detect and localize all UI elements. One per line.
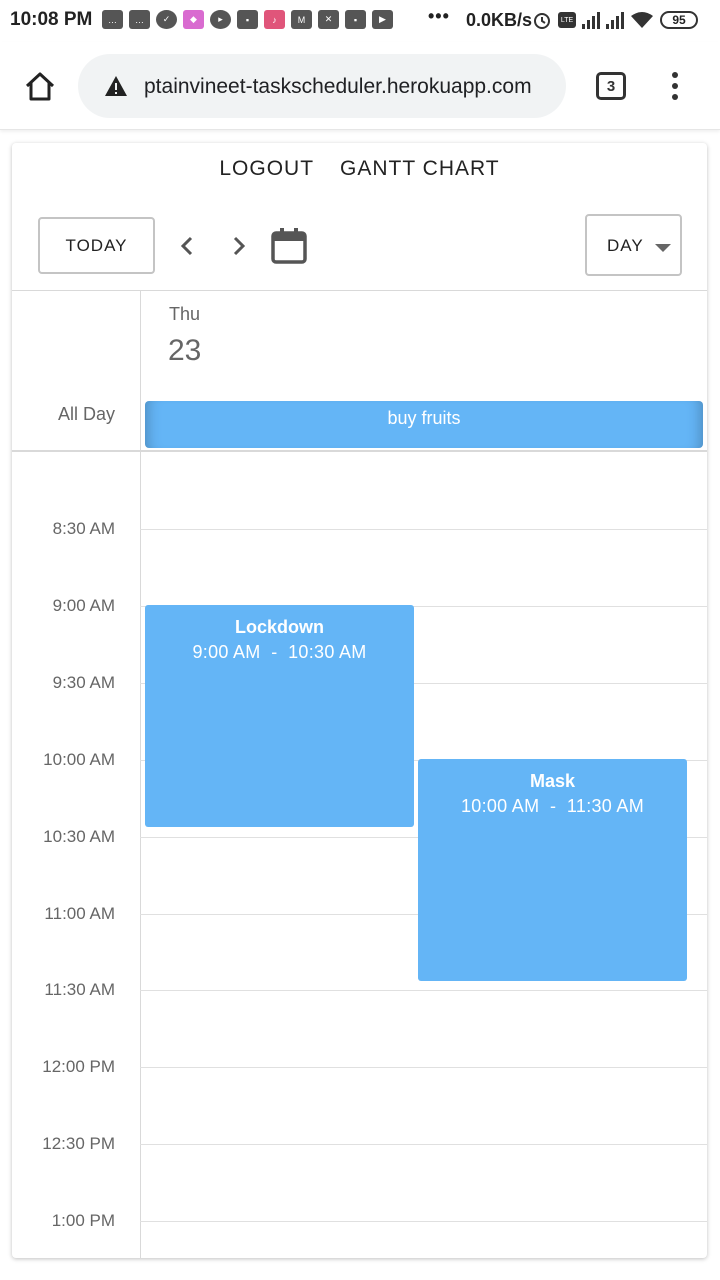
time-label: 12:00 PM xyxy=(42,1057,115,1076)
event-title: Lockdown xyxy=(235,617,324,637)
app-icon: ▪ xyxy=(237,10,258,29)
warning-icon[interactable] xyxy=(104,75,128,97)
time-label: 10:30 AM xyxy=(43,827,115,846)
event-lockdown[interactable]: Lockdown 9:00 AM - 10:30 AM xyxy=(145,605,414,827)
music-icon: ♪ xyxy=(264,10,285,29)
event-title: Mask xyxy=(529,771,576,791)
time-label: 10:00 AM xyxy=(43,750,115,769)
top-nav: LOGOUT GANTT CHART xyxy=(12,157,707,181)
signal-icon xyxy=(582,11,600,29)
mail-icon: M xyxy=(291,10,312,29)
divider xyxy=(12,450,707,452)
grid-line xyxy=(140,1144,707,1145)
previous-button[interactable] xyxy=(172,231,202,261)
divider xyxy=(140,290,141,1258)
event-time: 9:00 AM - 10:30 AM xyxy=(192,642,367,662)
signal-icon xyxy=(606,11,624,29)
message-icon: … xyxy=(129,10,150,29)
view-select-value: DAY xyxy=(607,236,644,255)
address-bar[interactable]: ptainvineet-taskscheduler.herokuapp.com xyxy=(78,54,566,118)
message-icon: … xyxy=(102,10,123,29)
day-number[interactable]: 23 xyxy=(168,334,201,368)
menu-dot-icon xyxy=(672,72,678,78)
app-icon: ◆ xyxy=(183,10,204,29)
youtube-icon: ▶ xyxy=(372,10,393,29)
logout-link[interactable]: LOGOUT xyxy=(219,157,314,181)
grid-line xyxy=(140,1067,707,1068)
menu-dot-icon xyxy=(672,94,678,100)
time-label: 11:30 AM xyxy=(44,980,115,999)
today-button[interactable]: TODAY xyxy=(38,217,155,274)
next-button[interactable] xyxy=(224,231,254,261)
all-day-label: All Day xyxy=(57,404,115,424)
tab-switcher-button[interactable]: 3 xyxy=(596,72,626,100)
app-icon: ✕ xyxy=(318,10,339,29)
home-icon xyxy=(25,72,55,101)
video-icon: ▸ xyxy=(210,10,231,29)
dropdown-arrow-icon xyxy=(655,244,671,252)
time-label: 9:30 AM xyxy=(52,673,115,692)
event-time: 10:00 AM - 11:30 AM xyxy=(460,796,645,816)
all-day-event[interactable]: buy fruits xyxy=(145,401,703,448)
view-select[interactable]: DAY xyxy=(585,214,682,276)
chevron-left-icon xyxy=(180,236,193,256)
time-label: 9:00 AM xyxy=(52,596,115,615)
more-notifications-icon: ••• xyxy=(428,6,450,26)
battery-icon: 95 xyxy=(660,11,698,29)
notification-icons: … … ✓ ◆ ▸ ▪ ♪ M ✕ ▪ ▶ xyxy=(102,10,393,29)
scheduler-card: LOGOUT GANTT CHART TODAY DAY Thu 23 All … xyxy=(12,143,707,1258)
calendar-icon[interactable] xyxy=(270,227,310,265)
browser-menu-button[interactable] xyxy=(664,70,686,102)
network-speed: 0.0KB/s xyxy=(466,10,533,30)
grid-line xyxy=(140,1221,707,1222)
time-label: 11:00 AM xyxy=(44,904,115,923)
event-mask[interactable]: Mask 10:00 AM - 11:30 AM xyxy=(418,759,687,981)
time-label: 8:30 AM xyxy=(52,519,115,538)
menu-dot-icon xyxy=(672,83,678,89)
grid-line xyxy=(140,990,707,991)
time-label: 12:30 PM xyxy=(42,1134,115,1153)
url-text[interactable]: ptainvineet-taskscheduler.herokuapp.com xyxy=(144,75,532,99)
gantt-chart-link[interactable]: GANTT CHART xyxy=(340,157,500,181)
grid-line xyxy=(140,529,707,530)
time-label: 1:00 PM xyxy=(51,1211,115,1230)
day-name: Thu xyxy=(169,304,201,324)
divider xyxy=(12,290,707,291)
chevron-right-icon xyxy=(233,236,246,256)
alarm-icon xyxy=(534,13,550,29)
status-bar: 10:08 PM … … ✓ ◆ ▸ ▪ ♪ M ✕ ▪ ▶ ••• 0.0KB… xyxy=(0,0,720,42)
home-button[interactable] xyxy=(20,66,60,106)
all-day-event-title: buy fruits xyxy=(387,408,461,428)
system-icons: LTE 95 xyxy=(532,10,698,30)
check-icon: ✓ xyxy=(156,10,177,29)
status-time: 10:08 PM xyxy=(10,9,93,30)
browser-toolbar: ptainvineet-taskscheduler.herokuapp.com … xyxy=(0,42,720,130)
wifi-icon xyxy=(631,12,653,28)
volte-icon: LTE xyxy=(558,12,576,28)
app-icon: ▪ xyxy=(345,10,366,29)
